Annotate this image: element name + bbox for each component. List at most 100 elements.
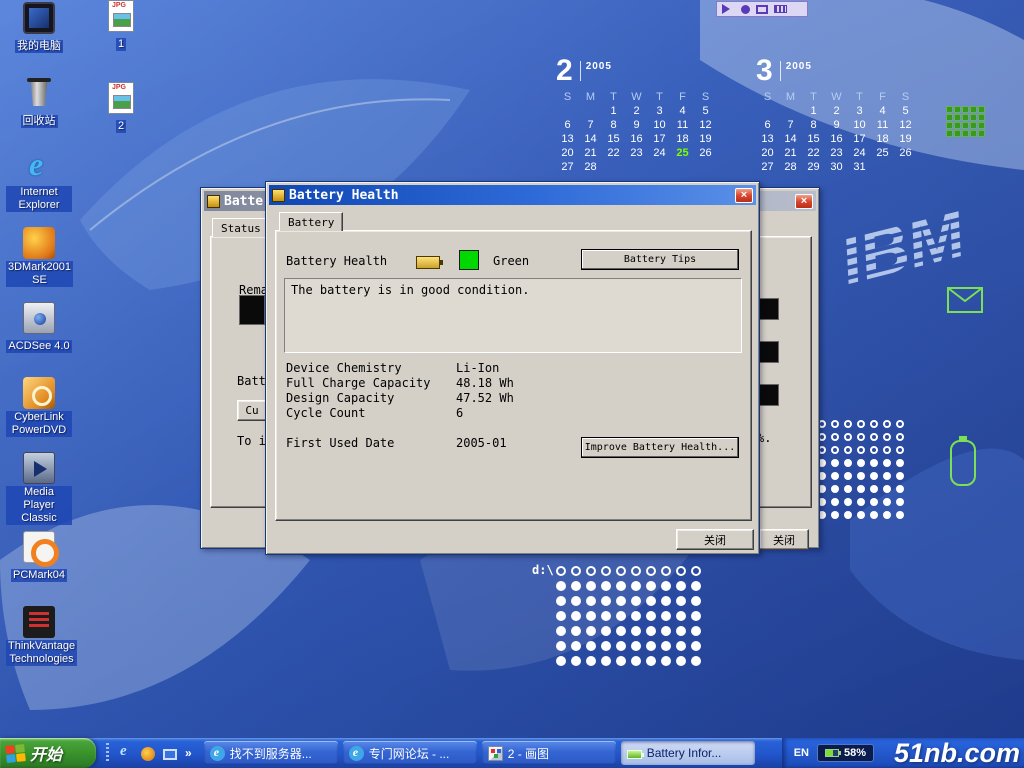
calendar-day: 28 [779,160,802,174]
calendar-day [671,160,694,174]
desktop-icon-mpc[interactable]: Media Player Classic [6,452,72,526]
desktop-icon-ie[interactable]: Internet Explorer [6,152,72,222]
calendar-day: 26 [894,146,917,160]
dot [691,566,701,576]
calendar-day: 6 [556,118,579,132]
dot [844,485,852,493]
close-button[interactable]: 关闭 [759,529,809,550]
dot [896,485,904,493]
field-label: Cycle Count [286,406,365,420]
desktop-icon-powerdvd[interactable]: CyberLink PowerDVD [6,377,72,447]
recycle-bin-icon [23,77,55,109]
taskbar-task-3[interactable]: 2 - 画图 [482,741,616,765]
start-label: 开始 [30,741,62,765]
calendar-day: 9 [825,118,848,132]
calendar-march: 3 2005 SMTWTFS12345678910111213141516171… [756,56,917,174]
close-icon[interactable]: × [735,188,753,203]
quick-launch-handle[interactable] [106,743,109,763]
close-button[interactable]: 关闭 [676,529,754,550]
close-icon[interactable]: × [795,194,813,209]
desktop-icon-thinkvantage[interactable]: ThinkVantage Technologies [6,606,72,676]
desktop-icon-recycle-bin[interactable]: 回收站 [6,77,72,147]
desktop-icon-my-computer[interactable]: 我的电脑 [6,2,72,72]
dot [616,566,626,576]
calendar-weekday: S [894,90,917,104]
dot [631,641,641,651]
dot [586,581,596,591]
dot [691,626,701,636]
language-indicator[interactable]: EN [794,747,809,759]
battery-health-titlebar[interactable]: Battery Health × [269,185,756,205]
calendar-day: 4 [871,104,894,118]
calendar-day: 21 [579,146,602,160]
calendar-day: 20 [556,146,579,160]
dot-grid-center [556,566,701,666]
calendar-weekday: W [825,90,848,104]
calendar-day: 27 [556,160,579,174]
thinkvantage-icon [23,606,55,638]
dot [571,611,581,621]
dot [601,596,611,606]
dot [556,611,566,621]
desktop-icon-3dmark[interactable]: 3DMark2001 SE [6,227,72,297]
desktop-icon-label: 我的电脑 [15,40,63,53]
calendar-day: 31 [848,160,871,174]
tab-battery[interactable]: Battery [279,212,343,231]
dot [601,581,611,591]
dot [661,656,671,666]
volume-icon[interactable] [722,4,735,14]
keyboard-icon[interactable] [774,5,787,13]
media-quicklaunch-icon[interactable] [141,747,155,761]
battery-health-dialog[interactable]: Battery Health × Battery Battery Health … [265,181,760,555]
3dmark-icon [23,227,55,259]
desktop-icon-acdsee[interactable]: ACDSee 4.0 [6,302,72,372]
calendar-day: 11 [871,118,894,132]
dot [601,626,611,636]
dot [631,656,641,666]
health-status-swatch [459,250,479,270]
dot [571,596,581,606]
calendar-weekday: S [694,90,717,104]
windows-flag-icon [5,744,26,763]
taskbar-task-1[interactable]: 找不到服务器... [204,741,338,765]
desktop-icon-jpg-file[interactable]: 1 [92,0,150,70]
first-used-date-label: First Used Date [286,436,394,450]
calendar-year: 2005 [786,61,812,72]
taskbar-task-2[interactable]: 专门网论坛 - ... [343,741,477,765]
ie-quicklaunch-icon[interactable] [117,745,133,761]
dot [831,511,839,519]
dot [556,656,566,666]
calendar-day [579,104,602,118]
dot [556,641,566,651]
battery-cell-graphic [757,298,779,320]
to-increase-text: To i [237,434,266,448]
tray-battery-indicator[interactable]: 58% [817,744,874,762]
brightness-icon[interactable] [741,5,750,14]
tab-status[interactable]: Status [212,218,270,237]
quick-launch-overflow-chevron[interactable]: » [185,746,192,760]
dot [646,581,656,591]
calendar-day: 15 [602,132,625,146]
desktop-icon-label: CyberLink PowerDVD [6,411,72,437]
dot [831,420,839,428]
display-icon[interactable] [756,5,768,14]
dot [661,596,671,606]
condition-textbox[interactable]: The battery is in good condition. [284,278,742,353]
start-button[interactable]: 开始 [0,738,96,768]
field-value: Li-Ion [456,361,499,375]
mail-envelope-icon [946,286,984,314]
taskbar-task-4[interactable]: Battery Infor... [621,741,755,765]
desktop-quicklaunch-icon[interactable] [163,749,177,760]
dot [831,459,839,467]
dot [676,656,686,666]
desktop-icon-jpg-file[interactable]: 2 [92,82,150,152]
dot [616,611,626,621]
desktop-icon-label: ThinkVantage Technologies [6,640,77,666]
desktop-icon-pcmark[interactable]: PCMark04 [6,531,72,601]
dot [646,641,656,651]
dot [661,641,671,651]
calendar-day: 26 [694,146,717,160]
dot [896,446,904,454]
tray-battery-icon [825,749,839,757]
calendar-weekday: F [671,90,694,104]
